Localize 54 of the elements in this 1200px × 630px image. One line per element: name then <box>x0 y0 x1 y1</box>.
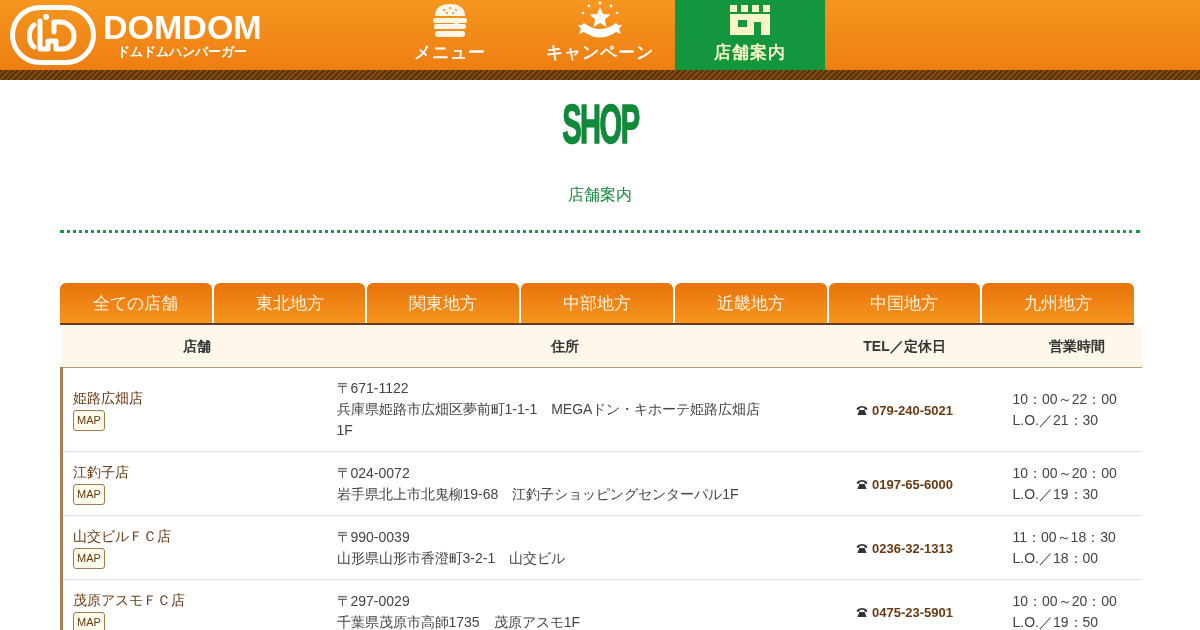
phone-icon <box>856 478 868 489</box>
phone-link[interactable]: 0197-65-6000 <box>872 476 953 492</box>
brand-tagline: ドムドムハンバーガー <box>117 44 248 60</box>
region-tab[interactable]: 関東地方 <box>367 283 520 323</box>
column-header: TEL／定休日 <box>797 326 1012 368</box>
phone-link[interactable]: 0236-32-1313 <box>872 540 953 556</box>
page-title: SHOP <box>561 96 639 152</box>
phone-icon <box>856 542 868 553</box>
region-tab[interactable]: 中国地方 <box>828 283 981 323</box>
store-name: 江釣子店 <box>73 463 129 482</box>
opening-hours: 10：00～20：00 <box>1012 463 1117 483</box>
map-button[interactable]: MAP <box>73 612 105 630</box>
postal-code: 〒024-0072 <box>336 463 410 483</box>
nav-link[interactable]: メニュー <box>375 0 525 70</box>
region-tab[interactable]: 全ての店舗 <box>60 283 212 323</box>
opening-hours: 10：00～20：00 <box>1012 591 1117 611</box>
region-tab[interactable]: 近畿地方 <box>674 283 827 323</box>
postal-code: 〒297-0029 <box>336 591 410 611</box>
logo-icon <box>10 5 96 65</box>
last-order-time: L.O.／19：30 <box>1012 484 1099 504</box>
last-order-time: L.O.／19：50 <box>1012 612 1099 630</box>
phone-icon <box>856 404 868 415</box>
store-name: 山交ビルＦＣ店 <box>73 527 171 546</box>
last-order-time: L.O.／18：00 <box>1012 548 1099 568</box>
column-header: 店舗 <box>61 326 332 368</box>
star-ribbon-icon <box>575 1 625 39</box>
region-tab[interactable]: 九州地方 <box>982 283 1135 323</box>
nav-link[interactable]: 店舗案内 <box>675 0 825 70</box>
building-icon <box>730 5 770 35</box>
map-button[interactable]: MAP <box>73 548 105 569</box>
brand-wordmark: DOMDOM <box>103 10 262 44</box>
column-header: 住所 <box>331 326 798 368</box>
store-name: 茂原アスモＦＣ店 <box>73 591 185 610</box>
postal-code: 〒671-1122 <box>336 379 409 398</box>
address: 山形県山形市香澄町3-2-1 山交ビル <box>336 548 566 568</box>
phone-icon <box>856 606 868 617</box>
nav-link[interactable]: キャンペーン <box>525 0 675 70</box>
opening-hours: 11：00～18：30 <box>1012 527 1116 547</box>
map-button[interactable]: MAP <box>73 410 105 431</box>
map-button[interactable]: MAP <box>73 484 105 505</box>
address: 千葉県茂原市高師1735 茂原アスモ1F <box>336 612 580 630</box>
address: 兵庫県姫路市広畑区夢前町1-1-1 MEGAドン・キホーテ姫路広畑店1F <box>336 400 762 440</box>
page-subtitle: 店舗案内 <box>568 185 632 205</box>
phone-link[interactable]: 0475-23-5901 <box>872 604 953 620</box>
phone-link[interactable]: 079-240-5021 <box>872 402 953 418</box>
store-name: 姫路広畑店 <box>73 389 143 408</box>
opening-hours: 10：00～22：00 <box>1012 389 1117 409</box>
last-order-time: L.O.／21：30 <box>1012 410 1099 430</box>
address: 岩手県北上市北鬼柳19-68 江釣子ショッピングセンターパル1F <box>336 484 739 504</box>
region-tab[interactable]: 東北地方 <box>213 283 366 323</box>
region-tab[interactable]: 中部地方 <box>521 283 673 323</box>
postal-code: 〒990-0039 <box>336 527 410 547</box>
burger-icon <box>430 3 470 37</box>
column-header: 営業時間 <box>1011 326 1142 368</box>
